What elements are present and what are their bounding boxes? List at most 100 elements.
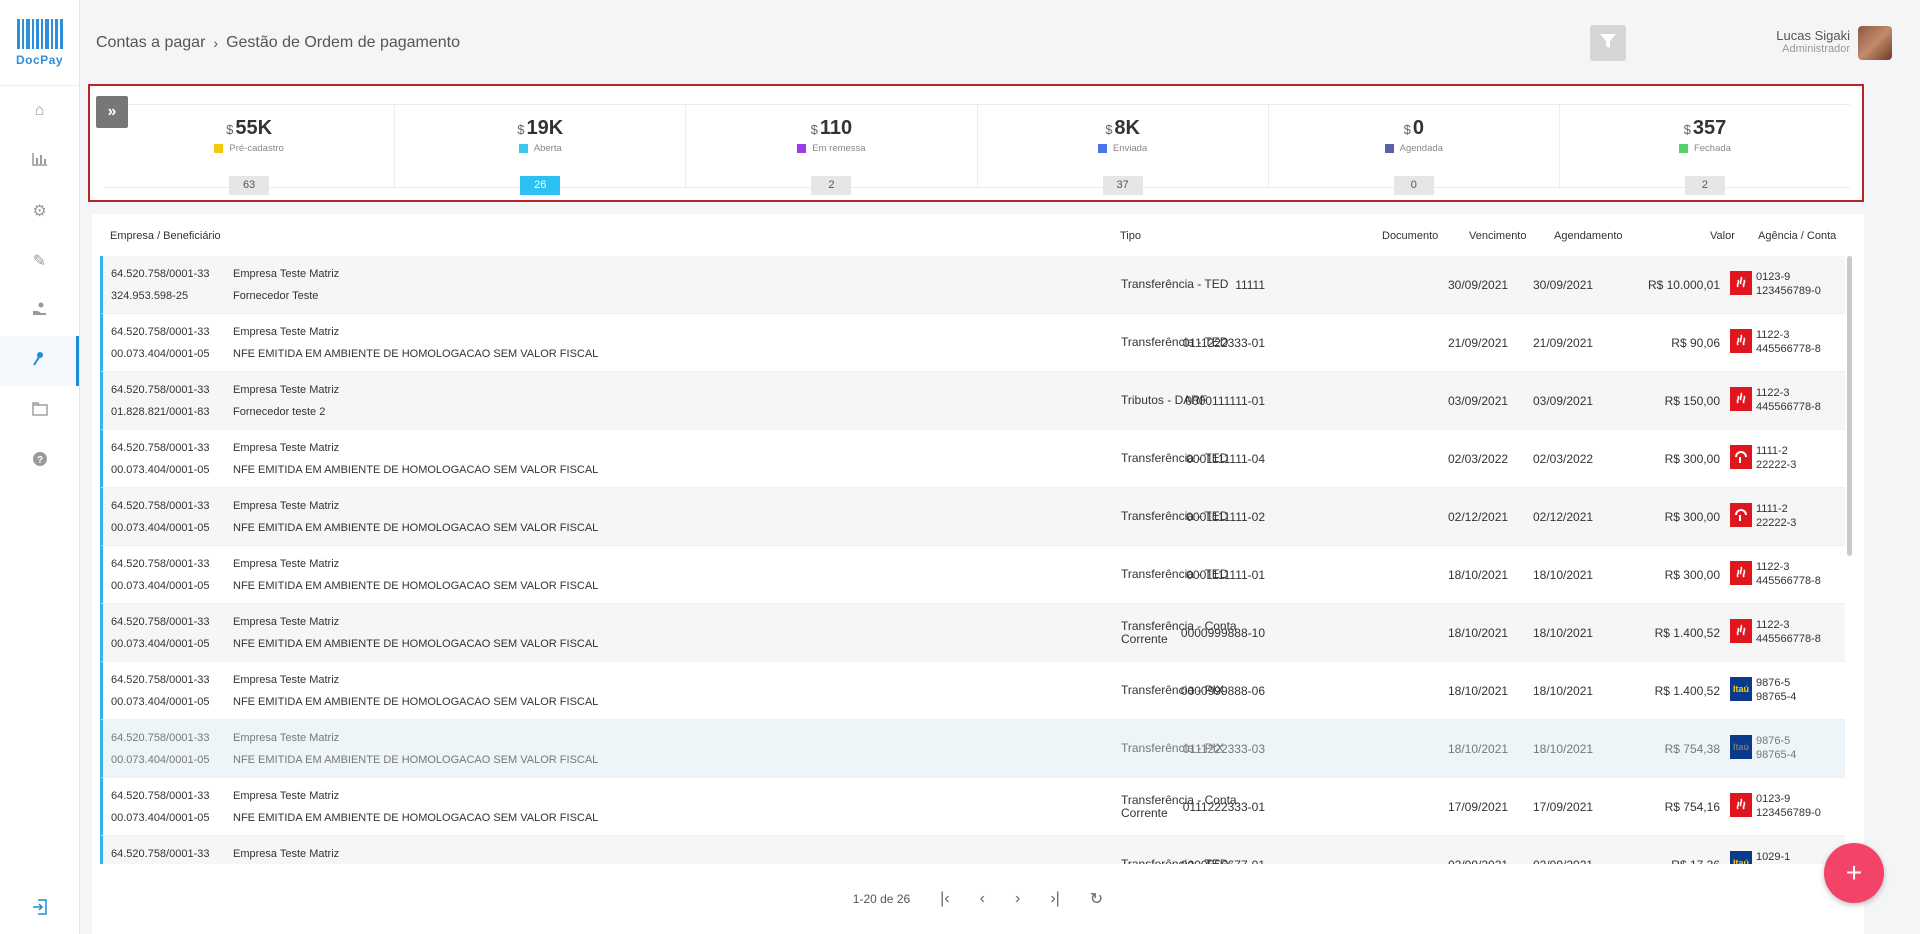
amount: R$ 90,06 — [1671, 336, 1720, 350]
breadcrumb-accounts-payable[interactable]: Contas a pagar — [96, 34, 205, 52]
empresa-document: 64.520.758/0001-33 — [111, 790, 210, 802]
table-row[interactable]: 64.520.758/0001-33 Empresa Teste Matriz 00… — [100, 662, 1845, 720]
status-count-badge[interactable]: 2 — [1684, 176, 1725, 195]
currency-symbol: $ — [810, 122, 818, 137]
logout-button[interactable] — [0, 884, 80, 934]
amount: R$ 754,16 — [1664, 800, 1720, 814]
table-row[interactable]: 64.520.758/0001-33 Empresa Teste Matriz 00… — [100, 604, 1845, 662]
agency-account: 0123-9 123456789-0 — [1756, 270, 1821, 298]
col-valor[interactable]: Valor — [1710, 230, 1735, 242]
nav-settings[interactable]: ⚙ — [0, 186, 79, 236]
scrollbar[interactable] — [1847, 256, 1852, 556]
nav-payments[interactable] — [0, 286, 79, 336]
refresh-icon[interactable]: ↻ — [1090, 889, 1103, 909]
nav-payment-orders[interactable] — [0, 336, 79, 386]
status-card[interactable]: $55K Pré-cadastro 63 — [104, 105, 396, 195]
document-number: 0001111111-02 — [1186, 510, 1265, 524]
app-logo[interactable]: DocPay — [0, 0, 79, 86]
status-amount: 8K — [1114, 117, 1140, 139]
table-row[interactable]: 64.520.758/0001-33 Empresa Teste Matriz 00… — [100, 778, 1845, 836]
table-row[interactable]: 64.520.758/0001-33 Empresa Teste Matriz 00… — [100, 314, 1845, 372]
table-row[interactable]: 64.520.758/0001-33 Empresa Teste Matriz 00… — [100, 720, 1845, 778]
next-page-icon[interactable]: › — [1015, 890, 1020, 908]
empresa-document: 64.520.758/0001-33 — [111, 848, 210, 860]
account-number: 123456789-0 — [1756, 285, 1821, 297]
col-tipo[interactable]: Tipo — [1120, 230, 1141, 242]
amount: R$ 1.400,52 — [1654, 626, 1720, 640]
scheduled-date: 02/12/2021 — [1533, 510, 1594, 524]
last-page-icon[interactable]: ›| — [1050, 890, 1059, 908]
status-count-badge[interactable]: 2 — [811, 176, 852, 195]
col-vencimento[interactable]: Vencimento — [1469, 230, 1526, 242]
nav-help[interactable]: ? — [0, 436, 79, 486]
prev-page-icon[interactable]: ‹ — [980, 890, 985, 908]
logout-icon — [32, 898, 48, 920]
status-card[interactable]: $110 Em remessa 2 — [686, 105, 978, 195]
expand-button[interactable]: » — [96, 96, 128, 128]
status-count-badge[interactable]: 0 — [1393, 176, 1434, 195]
pencil-icon: ✎ — [32, 253, 47, 270]
document-number: 0000999888-06 — [1180, 684, 1265, 698]
status-count-badge[interactable]: 37 — [1102, 176, 1143, 195]
account-number: 123456789-0 — [1756, 807, 1821, 819]
beneficiario-document: 00.073.404/0001-05 — [111, 696, 210, 708]
status-card[interactable]: $357 Fechada 2 — [1560, 105, 1850, 195]
status-value: $19K — [395, 117, 685, 140]
nav-edit[interactable]: ✎ — [0, 236, 79, 286]
account-number: 445566778-8 — [1756, 575, 1821, 587]
avatar[interactable] — [1858, 26, 1892, 60]
beneficiario-name: NFE EMITIDA EM AMBIENTE DE HOMOLOGACAO S… — [233, 348, 599, 360]
beneficiario-name: NFE EMITIDA EM AMBIENTE DE HOMOLOGACAO S… — [233, 812, 599, 824]
nav-reports[interactable] — [0, 136, 79, 186]
table-row[interactable]: 64.520.758/0001-33 Empresa Teste Matriz Tr… — [100, 836, 1845, 864]
nav-home[interactable]: ⌂ — [0, 86, 79, 136]
table-row[interactable]: 64.520.758/0001-33 Empresa Teste Matriz 00… — [100, 488, 1845, 546]
sidebar-nav: ⌂ ⚙ ✎ ? — [0, 86, 79, 486]
due-date: 02/09/2021 — [1448, 858, 1508, 864]
status-card[interactable]: $0 Agendada 0 — [1269, 105, 1560, 195]
due-date: 18/10/2021 — [1448, 684, 1509, 698]
empresa-name: Empresa Teste Matriz — [233, 442, 340, 454]
filter-button[interactable] — [1590, 25, 1626, 61]
beneficiario-name: NFE EMITIDA EM AMBIENTE DE HOMOLOGACAO S… — [233, 638, 599, 650]
status-count-badge[interactable]: 26 — [520, 176, 561, 195]
table-row[interactable]: 64.520.758/0001-33 Empresa Teste Matriz 00… — [100, 430, 1845, 488]
col-agencia-conta[interactable]: Agência / Conta — [1758, 230, 1836, 242]
amount: R$ 300,00 — [1664, 452, 1720, 466]
col-agendamento[interactable]: Agendamento — [1554, 230, 1623, 242]
status-card[interactable]: $8K Enviada 37 — [978, 105, 1269, 195]
status-label-text: Pré-cadastro — [229, 143, 284, 154]
agency-account: 1111-2 22222-3 — [1756, 444, 1796, 472]
table-row[interactable]: 64.520.758/0001-33 Empresa Teste Matriz 01… — [100, 372, 1845, 430]
status-summary-panel: $55K Pré-cadastro 63 $19K Aberta 26 $110 Em rem… — [88, 84, 1864, 202]
filter-icon — [1599, 32, 1617, 55]
status-color-swatch — [1384, 144, 1394, 153]
status-color-swatch — [214, 144, 224, 153]
table-row[interactable]: 64.520.758/0001-33 Empresa Teste Matriz 32… — [100, 256, 1845, 314]
status-label: Em remessa — [686, 143, 976, 154]
beneficiario-name: NFE EMITIDA EM AMBIENTE DE HOMOLOGACAO S… — [233, 580, 599, 592]
status-amount: 0 — [1412, 117, 1424, 139]
status-amount: 19K — [526, 117, 564, 139]
beneficiario-document: 324.953.598-25 — [111, 290, 189, 302]
scheduled-date: 02/03/2022 — [1533, 452, 1594, 466]
hand-coin-icon — [32, 301, 48, 322]
status-label: Agendada — [1269, 143, 1559, 154]
add-button[interactable]: + — [1824, 843, 1884, 903]
due-date: 30/09/2021 — [1448, 278, 1509, 292]
agency-account: 9876-5 98765-4 — [1756, 676, 1796, 704]
col-documento[interactable]: Documento — [1382, 230, 1438, 242]
nav-files[interactable] — [0, 386, 79, 436]
status-label: Fechada — [1560, 143, 1850, 154]
table-row[interactable]: 64.520.758/0001-33 Empresa Teste Matriz 00… — [100, 546, 1845, 604]
status-count-badge[interactable]: 63 — [229, 176, 270, 195]
user-info[interactable]: Lucas Sigaki Administrador — [1776, 28, 1850, 55]
status-card[interactable]: $19K Aberta 26 — [395, 105, 687, 195]
first-page-icon[interactable]: |‹ — [940, 890, 949, 908]
col-empresa[interactable]: Empresa / Beneficiário — [110, 230, 221, 242]
document-number: 0111222333-03 — [1182, 742, 1265, 756]
status-label-text: Fechada — [1693, 143, 1731, 154]
empresa-document: 64.520.758/0001-33 — [111, 326, 210, 338]
scheduled-date: 18/10/2021 — [1533, 742, 1594, 756]
beneficiario-name: NFE EMITIDA EM AMBIENTE DE HOMOLOGACAO S… — [233, 696, 599, 708]
